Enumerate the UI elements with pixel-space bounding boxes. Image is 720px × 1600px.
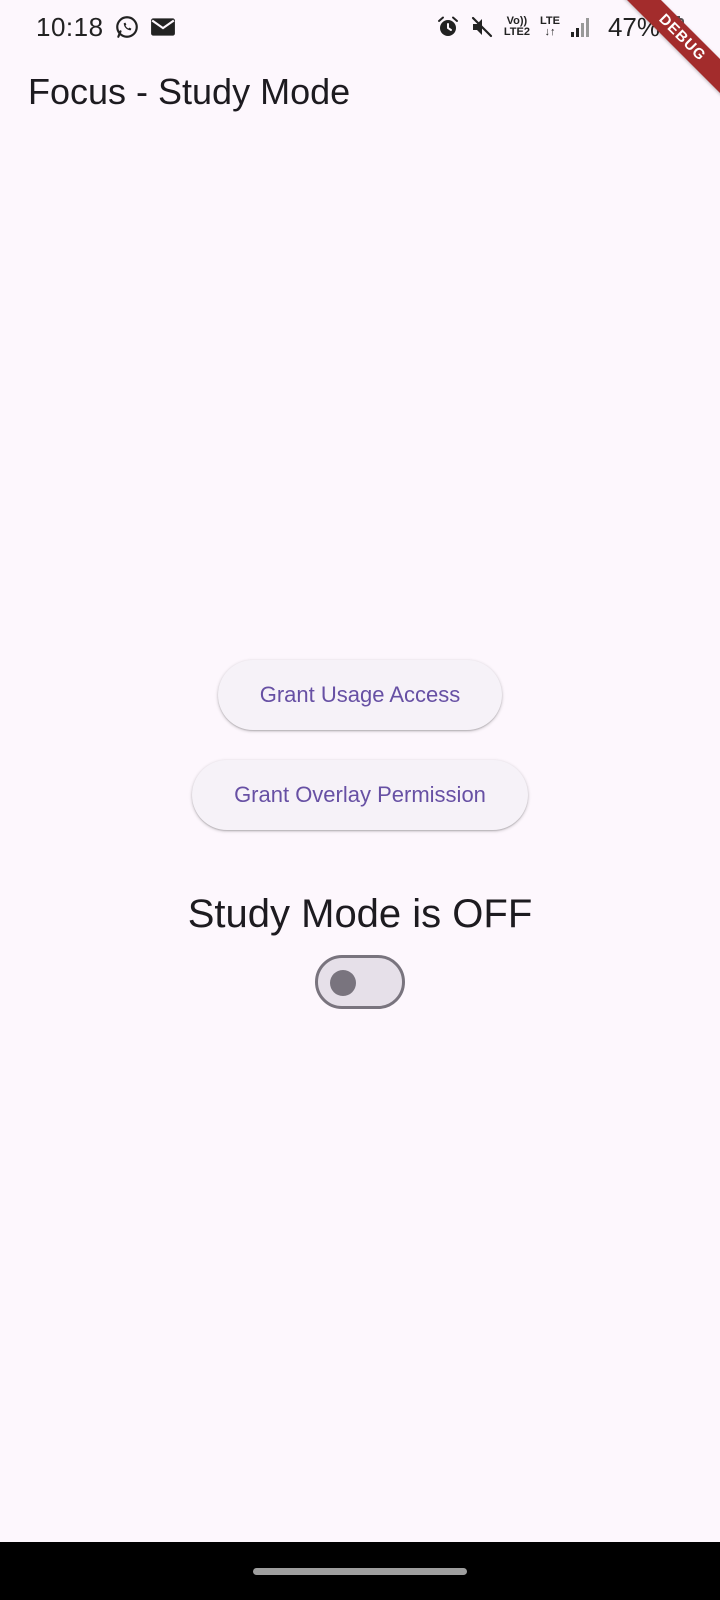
- home-gesture-handle[interactable]: [253, 1567, 467, 1575]
- status-bar: 10:18 Vo)) LTE2 LTE ↓↑ 47%: [0, 0, 720, 54]
- grant-overlay-permission-button[interactable]: Grant Overlay Permission: [192, 760, 528, 830]
- main-content: Grant Usage Access Grant Overlay Permiss…: [0, 660, 720, 1009]
- switch-thumb: [330, 970, 356, 996]
- volte-bottom: LTE2: [503, 26, 530, 38]
- app-bar: Focus - Study Mode: [0, 54, 720, 130]
- page-title: Focus - Study Mode: [28, 71, 351, 112]
- lte-icon: LTE ↓↑: [540, 16, 560, 38]
- status-time: 10:18: [36, 11, 104, 42]
- mail-icon: [150, 16, 176, 38]
- lte-bottom: ↓↑: [544, 26, 556, 38]
- alarm-icon: [436, 15, 460, 39]
- mute-icon: [470, 15, 494, 39]
- study-mode-status-text: Study Mode is OFF: [187, 892, 533, 936]
- app-screen: 10:18 Vo)) LTE2 LTE ↓↑ 47% DEBUG Focus -…: [0, 0, 720, 1600]
- signal-icon: [570, 16, 592, 38]
- study-mode-switch[interactable]: [315, 955, 405, 1009]
- system-nav-bar: [0, 1542, 720, 1600]
- whatsapp-icon: [114, 14, 140, 40]
- status-left: 10:18: [36, 12, 176, 43]
- volte-icon: Vo)) LTE2: [504, 16, 530, 38]
- grant-usage-access-button[interactable]: Grant Usage Access: [217, 660, 503, 730]
